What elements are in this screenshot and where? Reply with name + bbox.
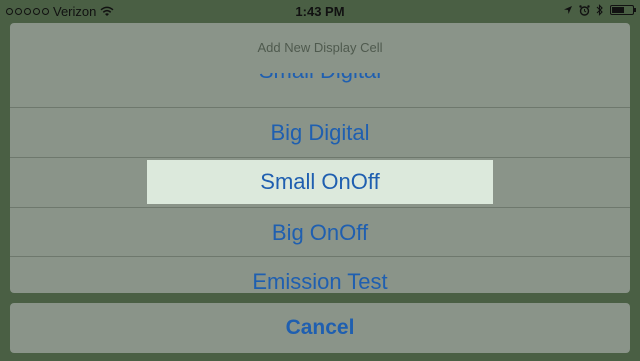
battery-icon [610,5,636,15]
location-icon [564,6,572,14]
status-time: 1:43 PM [295,4,345,19]
option-label: Small OnOff [147,160,493,204]
action-sheet-title: Add New Display Cell [257,40,383,55]
option-label: Big Digital [270,120,370,145]
option-big-onoff[interactable]: Big OnOff [10,207,630,257]
cancel-button[interactable]: Cancel [10,303,630,353]
picker-options[interactable]: Small Digital Big Digital Small OnOff Bi… [10,73,630,293]
status-right [563,4,636,16]
alarm-icon [579,4,590,16]
option-label: Big OnOff [271,220,369,245]
screen: Verizon 1:43 PM Add New Display Cell Big… [0,0,640,361]
option-label: Emission Test [252,269,388,293]
option-emission-test[interactable]: Emission Test [10,256,630,293]
cancel-label: Cancel [285,316,355,339]
option-small-onoff[interactable]: Small OnOff [10,157,630,207]
status-bar: Verizon 1:43 PM [0,0,640,24]
bluetooth-icon [596,4,603,16]
option-label: Small Digital [259,73,381,88]
battery-fill [612,7,624,13]
option-big-digital[interactable]: Big Digital [10,107,630,157]
action-sheet: Add New Display Cell Small Digital Big D… [10,23,630,293]
option-small-digital[interactable]: Small Digital [10,73,630,103]
